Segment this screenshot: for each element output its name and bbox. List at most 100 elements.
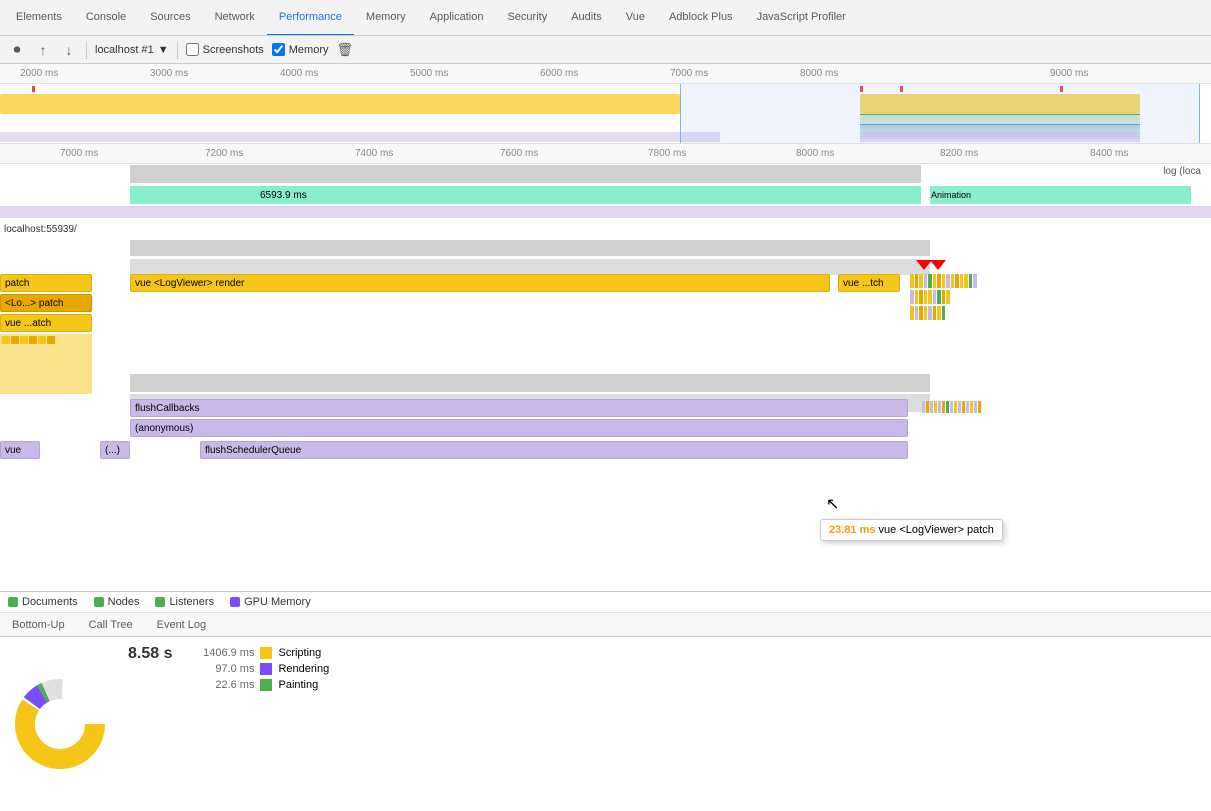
pb-2 (926, 401, 929, 413)
tab-sources[interactable]: Sources (138, 0, 202, 36)
btick-3: 7600 ms (500, 148, 538, 159)
long-frame-2 (930, 260, 946, 270)
tab-security[interactable]: Security (495, 0, 559, 36)
upload-button[interactable]: ↑ (34, 41, 52, 59)
summary-area: 8.58 s 1406.9 ms Scripting 97.0 ms Rende… (0, 637, 1211, 811)
documents-label: Documents (22, 596, 78, 608)
record-button[interactable]: ⏺ (8, 41, 26, 59)
performance-main: 2000 ms 3000 ms 4000 ms 5000 ms 6000 ms … (0, 64, 1211, 811)
tab-console[interactable]: Console (74, 0, 138, 36)
tab-event-log[interactable]: Event Log (145, 613, 219, 637)
painting-ms: 22.6 ms (184, 679, 254, 691)
btick-4: 7800 ms (648, 148, 686, 159)
ellipsis-block[interactable]: (...) (100, 441, 130, 459)
rs-6 (933, 274, 936, 288)
url-label: localhost:55939/ (0, 224, 77, 235)
gpu-counter: GPU Memory (230, 596, 311, 608)
scripting-color (260, 647, 272, 659)
pb-3 (930, 401, 933, 413)
documents-counter: Documents (8, 596, 78, 608)
lo-patch-label: <Lo...> patch (5, 298, 63, 309)
legend-painting: 22.6 ms Painting (184, 677, 1207, 693)
session-label: localhost #1 (95, 44, 154, 56)
rs-2 (915, 274, 918, 288)
documents-dot (8, 597, 18, 607)
anonymous-block[interactable]: (anonymous) (130, 419, 908, 437)
session-chevron-icon: ▼ (158, 44, 169, 56)
rs-21 (933, 290, 936, 304)
animation-label: Animation (930, 189, 972, 201)
pb-6 (942, 401, 945, 413)
summary-total-time: 8.58 s (120, 637, 180, 811)
flame-area[interactable]: 6593.9 ms Animation log (loca localhost:… (0, 164, 1211, 591)
btick-1: 7200 ms (205, 148, 243, 159)
vue-tch-block[interactable]: vue ...tch (838, 274, 900, 292)
vue-atch-block[interactable]: vue ...atch (0, 314, 92, 332)
rs-22 (937, 290, 941, 304)
rs-27 (919, 306, 923, 320)
btick-6: 8200 ms (940, 148, 978, 159)
summary-legend: 1406.9 ms Scripting 97.0 ms Rendering 22… (180, 637, 1211, 811)
memory-checkbox-container: Memory (272, 43, 329, 56)
tick-4: 6000 ms (540, 68, 578, 79)
tab-elements[interactable]: Elements (4, 0, 74, 36)
green-row-right: Animation (930, 186, 1191, 204)
rs-4 (924, 274, 927, 288)
session-selector[interactable]: localhost #1 ▼ (95, 44, 169, 56)
tab-application[interactable]: Application (418, 0, 496, 36)
tick-6: 8000 ms (800, 68, 838, 79)
flush-callbacks-block[interactable]: flushCallbacks (130, 399, 908, 417)
timeline-selection (680, 84, 1200, 144)
rs-17 (915, 290, 918, 304)
ellipsis-label: (...) (105, 445, 120, 456)
rendering-label: Rendering (278, 663, 329, 675)
flush-scheduler-block[interactable]: flushSchedulerQueue (200, 441, 908, 459)
tab-audits[interactable]: Audits (559, 0, 614, 36)
tab-network[interactable]: Network (203, 0, 267, 36)
vue-tch-label: vue ...tch (843, 278, 884, 289)
time-ruler-bottom: 7000 ms 7200 ms 7400 ms 7600 ms 7800 ms … (0, 144, 1211, 164)
rs-16 (910, 290, 914, 304)
rs-9 (946, 274, 950, 288)
pb-13 (970, 401, 973, 413)
tab-memory[interactable]: Memory (354, 0, 418, 36)
flush-callbacks-label: flushCallbacks (135, 403, 199, 414)
download-button[interactable]: ↓ (60, 41, 78, 59)
timeline-overview[interactable]: 2000 ms 3000 ms 4000 ms 5000 ms 6000 ms … (0, 64, 1211, 144)
scripting-ms: 1406.9 ms (184, 647, 254, 659)
purple-row-1 (0, 206, 1211, 218)
tab-adblock[interactable]: Adblock Plus (657, 0, 745, 36)
time-ruler-top: 2000 ms 3000 ms 4000 ms 5000 ms 6000 ms … (0, 64, 1211, 84)
tooltip-time: 23.81 ms (829, 524, 875, 536)
tab-bottom-up[interactable]: Bottom-Up (0, 613, 77, 637)
lo-patch-block[interactable]: <Lo...> patch (0, 294, 92, 312)
pb-7 (946, 401, 949, 413)
tick-0: 2000 ms (20, 68, 58, 79)
pb-8 (950, 401, 953, 413)
summary-pie (0, 637, 120, 811)
tick-5: 7000 ms (670, 68, 708, 79)
delete-button[interactable]: 🗑 (337, 42, 354, 58)
vue-label: vue (5, 445, 21, 456)
btick-2: 7400 ms (355, 148, 393, 159)
tick-3: 5000 ms (410, 68, 448, 79)
pb-15 (978, 401, 981, 413)
logviewer-render-block[interactable]: vue <LogViewer> render (130, 274, 830, 292)
patch-block[interactable]: patch (0, 274, 92, 292)
sub-blocks (0, 334, 92, 394)
rs-1 (910, 274, 914, 288)
tab-call-tree[interactable]: Call Tree (77, 613, 145, 637)
memory-checkbox[interactable] (272, 43, 285, 56)
toolbar-divider-2 (177, 41, 178, 59)
tab-vue[interactable]: Vue (614, 0, 657, 36)
vue-block[interactable]: vue (0, 441, 40, 459)
small-block-2 (11, 336, 19, 344)
vue-atch-label: vue ...atch (5, 318, 51, 329)
rendering-ms: 97.0 ms (184, 663, 254, 675)
screenshots-checkbox[interactable] (186, 43, 199, 56)
tab-jsprofiler[interactable]: JavaScript Profiler (745, 0, 858, 36)
rs-28 (924, 306, 927, 320)
overview-chart[interactable] (0, 84, 1211, 144)
tab-performance[interactable]: Performance (267, 0, 354, 36)
rs-31 (937, 306, 941, 320)
